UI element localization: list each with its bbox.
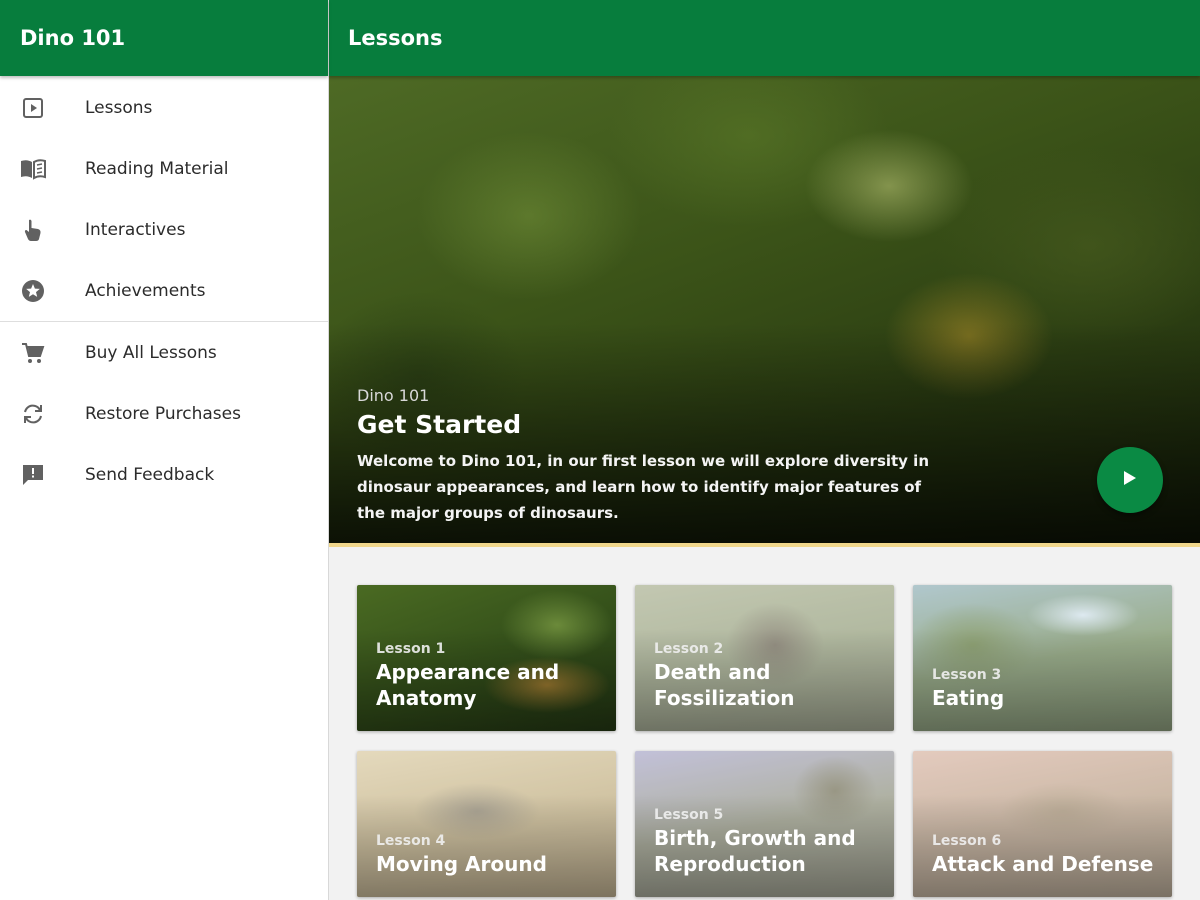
card-text: Lesson 1 Appearance and Anatomy: [376, 641, 606, 711]
main-content: Lessons Dino 101 Get Started Welcome to …: [329, 0, 1200, 900]
hero-banner[interactable]: Dino 101 Get Started Welcome to Dino 101…: [329, 76, 1200, 543]
lesson-grid: Lesson 1 Appearance and Anatomy Lesson 2…: [329, 547, 1200, 900]
nav-item-buy-all-lessons[interactable]: Buy All Lessons: [0, 322, 328, 383]
nav-item-achievements[interactable]: Achievements: [0, 260, 328, 321]
nav-item-interactives[interactable]: Interactives: [0, 199, 328, 260]
star-circle-icon: [20, 278, 46, 304]
navigation-drawer: Dino 101 Lessons Reading Material Intera…: [0, 0, 329, 900]
lesson-title: Moving Around: [376, 852, 547, 876]
card-text: Lesson 5 Birth, Growth and Reproduction: [654, 807, 884, 877]
lesson-card-5[interactable]: Lesson 5 Birth, Growth and Reproduction: [635, 751, 894, 897]
page-title: Lessons: [329, 0, 1200, 76]
refresh-icon: [20, 401, 46, 427]
nav-item-reading-material[interactable]: Reading Material: [0, 138, 328, 199]
play-button[interactable]: [1097, 447, 1163, 513]
lesson-title: Birth, Growth and Reproduction: [654, 826, 856, 876]
lesson-title: Appearance and Anatomy: [376, 660, 560, 710]
card-text: Lesson 2 Death and Fossilization: [654, 641, 884, 711]
lesson-number: Lesson 4: [376, 833, 446, 849]
app-title: Dino 101: [0, 0, 328, 76]
hero-title: Get Started: [357, 410, 522, 439]
nav-item-send-feedback[interactable]: Send Feedback: [0, 444, 328, 505]
nav-item-lessons[interactable]: Lessons: [0, 77, 328, 138]
feedback-icon: [20, 462, 46, 488]
nav-item-label: Buy All Lessons: [85, 342, 217, 363]
lesson-number: Lesson 1: [376, 641, 446, 657]
hero-kicker: Dino 101: [357, 386, 430, 405]
nav-item-label: Reading Material: [85, 158, 229, 179]
nav-item-label: Restore Purchases: [85, 403, 241, 424]
nav-item-label: Send Feedback: [85, 464, 215, 485]
lesson-card-2[interactable]: Lesson 2 Death and Fossilization: [635, 585, 894, 731]
lesson-number: Lesson 6: [932, 833, 1002, 849]
hero-description: Welcome to Dino 101, in our first lesson…: [357, 452, 930, 522]
cart-icon: [20, 340, 46, 366]
lesson-card-6[interactable]: Lesson 6 Attack and Defense: [913, 751, 1172, 897]
nav-item-restore-purchases[interactable]: Restore Purchases: [0, 383, 328, 444]
card-text: Lesson 4 Moving Around: [376, 833, 606, 877]
lesson-title: Attack and Defense: [932, 852, 1154, 876]
lesson-card-1[interactable]: Lesson 1 Appearance and Anatomy: [357, 585, 616, 731]
nav-primary: Lessons Reading Material Interactives Ac…: [0, 77, 328, 321]
nav-item-label: Lessons: [85, 97, 153, 118]
card-text: Lesson 3 Eating: [932, 667, 1162, 711]
lesson-number: Lesson 2: [654, 641, 724, 657]
lesson-title: Death and Fossilization: [654, 660, 795, 710]
nav-item-label: Achievements: [85, 280, 206, 301]
nav-item-label: Interactives: [85, 219, 186, 240]
book-icon: [20, 156, 46, 182]
play-icon: [1123, 470, 1137, 490]
lesson-number: Lesson 3: [932, 667, 1002, 683]
lesson-card-4[interactable]: Lesson 4 Moving Around: [357, 751, 616, 897]
play-box-icon: [20, 95, 46, 121]
card-text: Lesson 6 Attack and Defense: [932, 833, 1162, 877]
hero-text: Dino 101 Get Started Welcome to Dino 101…: [357, 386, 937, 526]
lesson-number: Lesson 5: [654, 807, 724, 823]
lesson-card-3[interactable]: Lesson 3 Eating: [913, 585, 1172, 731]
nav-secondary: Buy All Lessons Restore Purchases Send F…: [0, 322, 328, 505]
lesson-title: Eating: [932, 686, 1005, 710]
pointer-hand-icon: [20, 217, 46, 243]
